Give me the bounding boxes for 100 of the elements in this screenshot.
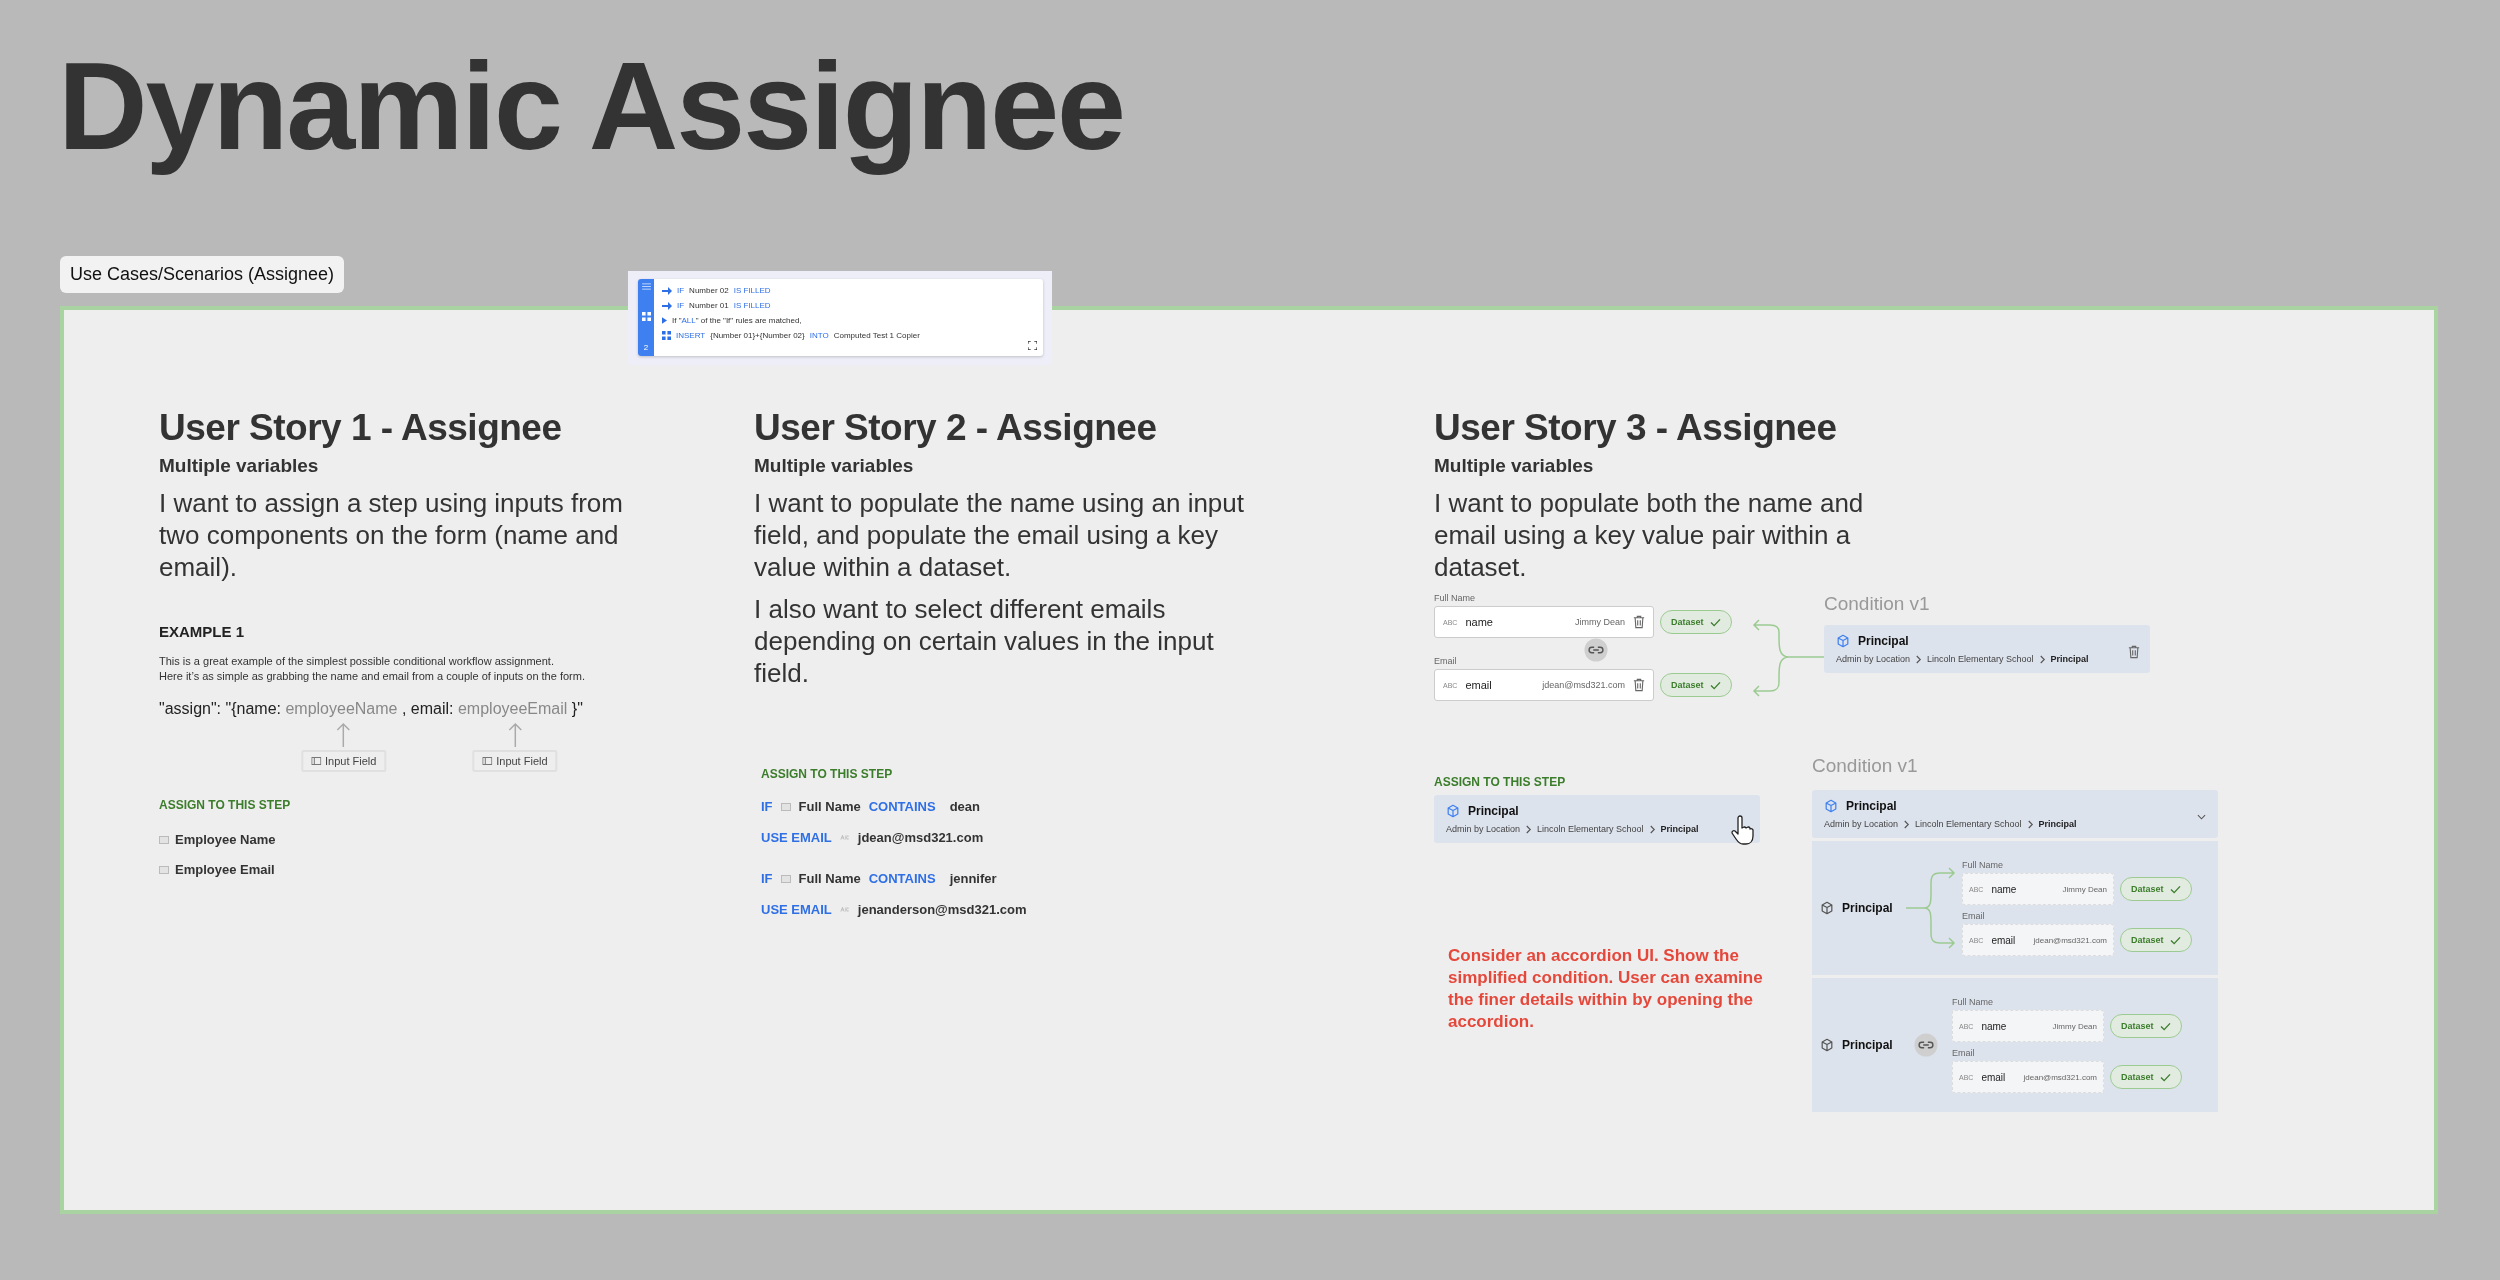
rule-summary: If "ALL" of the "If" rules are matched, [672,316,802,325]
story-heading: User Story 3 - Assignee [1434,407,1838,449]
dataset-button[interactable]: Dataset [2110,1014,2182,1038]
page-title: Dynamic Assignee [58,38,1125,175]
field-icon [780,802,791,811]
chevron-right-icon [2026,819,2034,829]
check-icon [2159,1021,2171,1031]
rule-keyword: USE EMAIL [761,902,832,917]
rule-keyword: IS FILLED [733,301,771,310]
breadcrumb-item: Lincoln Elementary School [1537,824,1644,834]
section-label: ASSIGN TO THIS STEP [761,767,894,781]
accordion-header[interactable]: Principal Admin by Location Lincoln Elementary School Principal [1812,790,2218,838]
field-icon [780,874,791,883]
story-heading: User Story 2 - Assignee [754,407,1158,449]
text-type-icon [839,835,850,840]
field-icon [159,865,169,874]
arrow-up-icon [336,722,351,748]
cube-icon [1446,804,1460,818]
field-value: jdean@msd321.com [2023,1072,2097,1082]
field-label: Full Name [1434,593,1476,603]
expand-icon[interactable] [1028,341,1037,350]
dataset-button[interactable]: Dataset [2120,877,2192,901]
rule-keyword: CONTAINS [868,871,936,886]
code-variable: employeeName [285,700,398,717]
condition-card[interactable]: Principal Admin by Location Lincoln Elementary School Principal [1824,625,2150,673]
text-type-icon [839,907,850,912]
breadcrumb-item: Principal [2038,819,2077,829]
rule-keyword: IF [677,301,685,310]
trash-icon[interactable] [1633,615,1645,629]
chevron-icon[interactable] [2197,814,2206,820]
play-icon[interactable] [662,317,667,324]
chevron-right-icon [1915,654,1923,664]
rule-value: jennifer [949,871,997,886]
field-icon [159,835,169,844]
code-text: "assign": "{name: [159,700,282,718]
breadcrumb-item: Admin by Location [1824,819,1899,829]
condition-card[interactable]: Principal Admin by Location Lincoln Elementary School Principal [1434,795,1760,843]
field-value: jdean@msd321.com [1542,680,1625,690]
check-icon [1709,617,1721,627]
field-label: Email [1434,656,1458,666]
step-number: 2 [643,343,649,352]
chevron-right-icon [1525,824,1533,834]
rule-value: dean [949,799,980,814]
field-label: Full Name [1962,860,2004,870]
condition-title: Principal [1842,1038,1893,1052]
breadcrumb-item: Lincoln Elementary School [1915,819,2022,829]
assignee-name: Employee Email [175,862,275,877]
rule-value: Computed Test 1 Copier [833,331,920,340]
link-icon[interactable] [1584,638,1608,662]
story-text: I want to assign a step using inputs from two components on the form (name and email). [159,487,624,583]
dataset-button[interactable]: Dataset [1660,673,1732,697]
breadcrumb-item: Principal [2050,654,2089,664]
link-icon[interactable] [1914,1033,1938,1057]
input-field-chip: Input Field [301,750,387,772]
dataset-button[interactable]: Dataset [2110,1065,2182,1089]
field-name: email [1991,934,2017,946]
story-text: I also want to select different emails depending on certain values in the input field. [754,593,1215,689]
field-name: Full Name [798,799,861,814]
menu-icon[interactable] [641,283,651,290]
cube-icon [1824,799,1838,813]
story-subtitle: Multiple variables [159,455,320,477]
section-label: ASSIGN TO THIS STEP [1434,775,1567,789]
story-subtitle: Multiple variables [1434,455,1595,477]
example-title: EXAMPLE 1 [159,623,246,640]
field-value: Jimmy Dean [1575,617,1625,627]
code-variable: employeeEmail [457,700,568,717]
field-value: jdean@msd321.com [2033,935,2107,945]
field-icon [482,757,493,765]
story-text: I want to populate both the name and email using a key value pair within a dataset. [1434,487,1864,583]
grid-icon [641,312,651,321]
condition-heading: Condition v1 [1824,593,1931,615]
email-value: jdean@msd321.com [857,830,984,845]
breadcrumb-item: Admin by Location [1836,654,1911,664]
rule-keyword: IF [761,871,773,886]
field-name: Full Name [798,871,861,886]
hand-cursor-icon [1730,815,1754,845]
dataset-button[interactable]: Dataset [2120,928,2192,952]
code-text: , email: [401,700,455,718]
example-description: This is a great example of the simplest possible conditional workflow assignment. Here it’s as simple as grabbing the name and email from a couple of inputs on the form. [159,654,586,684]
check-icon [1709,680,1721,690]
condition-title: Principal [1858,634,1909,648]
rule-value: Number 02 [689,286,729,295]
dataset-button[interactable]: Dataset [1660,610,1732,634]
chevron-right-icon [1648,824,1656,834]
story-text: I want to populate the name using an input field, and populate the email using a key value within a dataset. [754,487,1244,583]
rule-value: {Number 01}+{Number 02} [710,331,805,340]
field-value: Jimmy Dean [2062,884,2107,894]
breadcrumb-item: Admin by Location [1446,824,1521,834]
arrow-up-icon [507,722,522,748]
design-note: Consider an accordion UI. Show the simplified condition. User can examine the finer details within by opening the accordion. [1448,945,1764,1033]
check-icon [2169,884,2181,894]
trash-icon[interactable] [2128,645,2140,659]
cube-icon [1820,901,1834,915]
field-icon [311,757,321,765]
rule-keyword: USE EMAIL [761,830,832,845]
email-value: jenanderson@msd321.com [857,902,1027,917]
trash-icon[interactable] [1633,678,1645,692]
field-name: email [1981,1071,2007,1083]
field-label: Email [1962,911,1986,921]
input-field-chip: Input Field [472,750,558,772]
